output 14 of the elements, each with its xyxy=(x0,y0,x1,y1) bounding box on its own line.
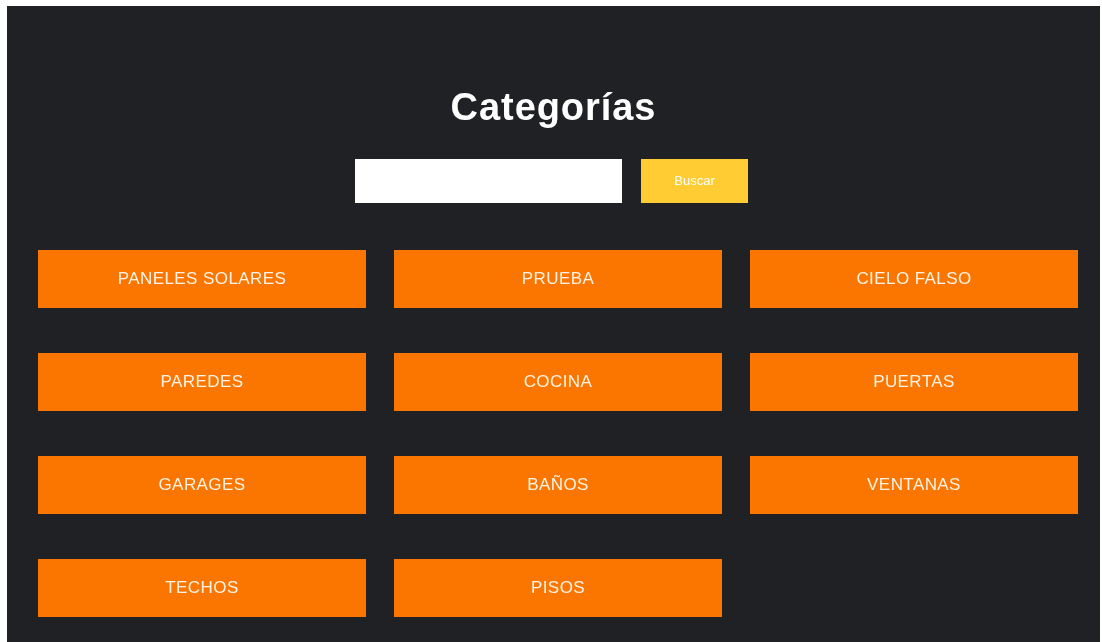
category-button[interactable]: VENTANAS xyxy=(750,456,1078,514)
category-button[interactable]: PISOS xyxy=(394,559,722,617)
category-button[interactable]: TECHOS xyxy=(38,559,366,617)
category-button[interactable]: GARAGES xyxy=(38,456,366,514)
category-button[interactable]: PUERTAS xyxy=(750,353,1078,411)
category-button[interactable]: CIELO FALSO xyxy=(750,250,1078,308)
category-button[interactable]: PANELES SOLARES xyxy=(38,250,366,308)
page-title: Categorías xyxy=(450,85,657,130)
category-button[interactable]: COCINA xyxy=(394,353,722,411)
category-button[interactable]: PRUEBA xyxy=(394,250,722,308)
category-button[interactable]: PAREDES xyxy=(38,353,366,411)
category-button[interactable]: BAÑOS xyxy=(394,456,722,514)
search-field[interactable] xyxy=(355,159,622,203)
search-button[interactable]: Buscar xyxy=(641,159,748,203)
